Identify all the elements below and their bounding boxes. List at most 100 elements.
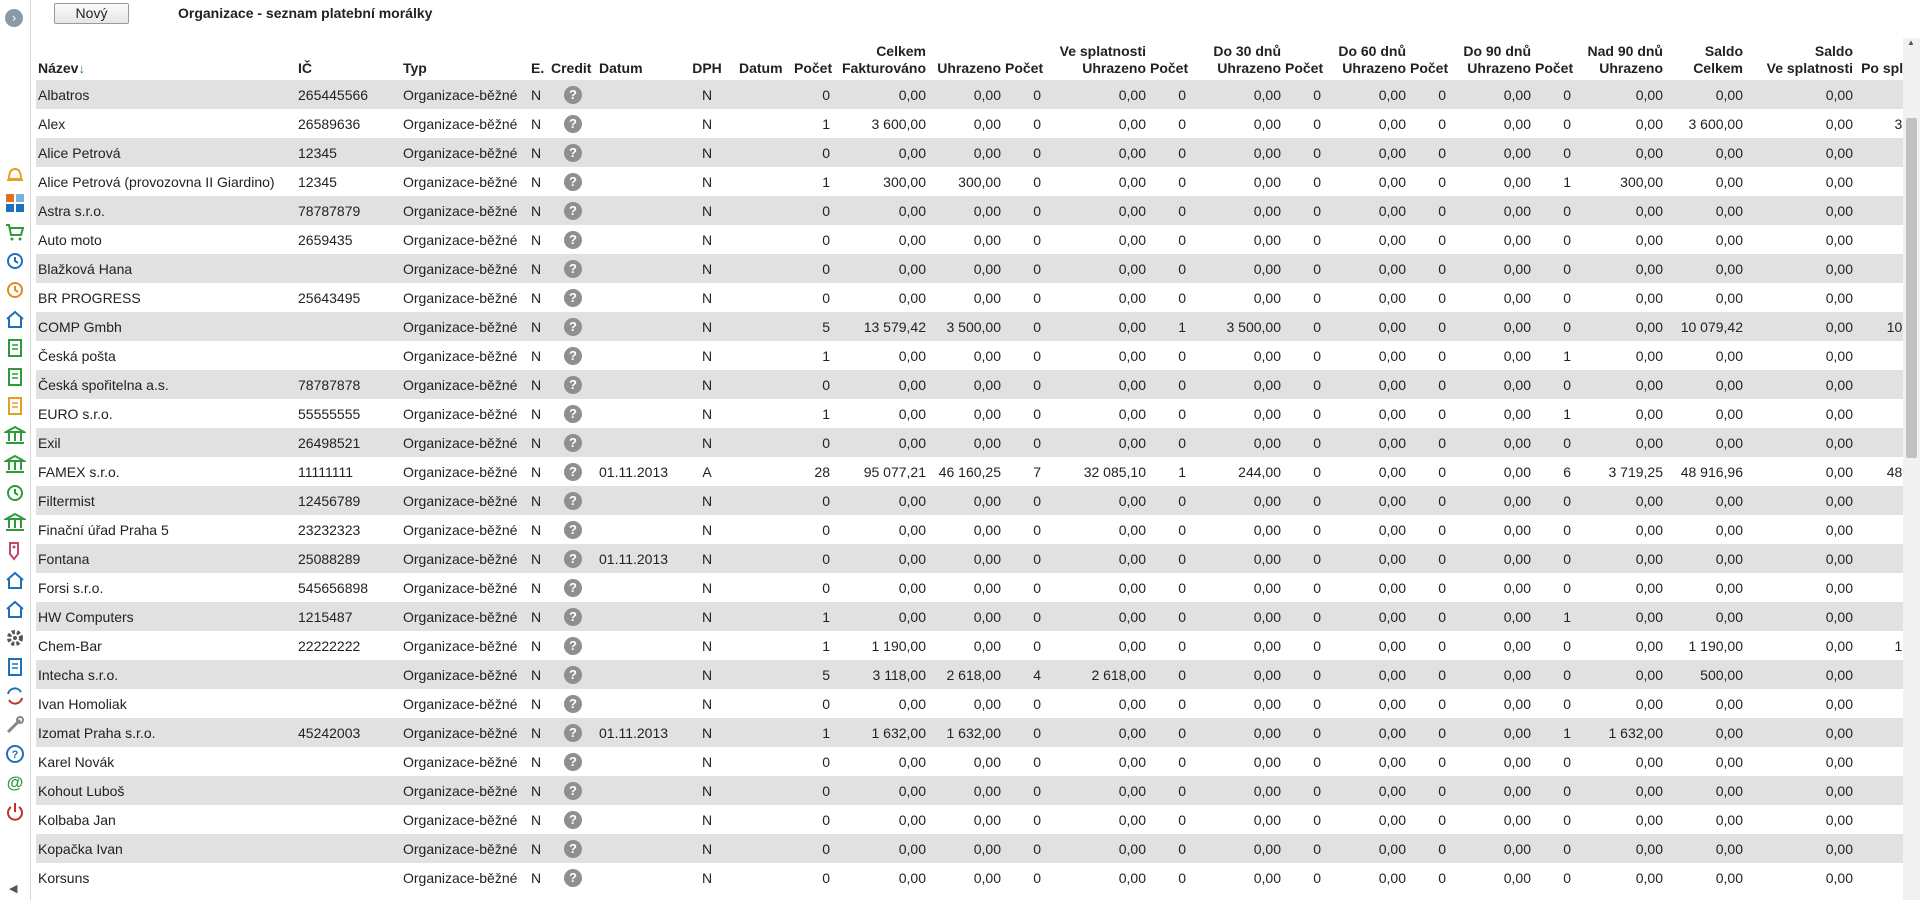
- table-row[interactable]: Finační úřad Praha 5 23232323 Organizace-b…: [36, 515, 1903, 544]
- credit-help-cell[interactable]: ?: [549, 254, 597, 283]
- building-icon[interactable]: [0, 420, 30, 449]
- globe-icon[interactable]: [0, 478, 30, 507]
- credit-help-cell[interactable]: ?: [549, 631, 597, 660]
- credit-help-cell[interactable]: ?: [549, 341, 597, 370]
- column-header[interactable]: Do 30 dnů Uhrazeno: [1188, 38, 1283, 80]
- help-icon[interactable]: ?: [564, 549, 582, 568]
- credit-help-cell[interactable]: ?: [549, 225, 597, 254]
- table-row[interactable]: HW Computers 1215487 Organizace-běžné N? N 1 0…: [36, 602, 1903, 631]
- column-header[interactable]: Celkem Fakturováno: [832, 38, 928, 80]
- help-icon[interactable]: ?: [564, 143, 582, 162]
- table-row[interactable]: Karel Novák Organizace-běžné N? N 0 0,00 0,00 0…: [36, 747, 1903, 776]
- column-header[interactable]: Saldo Ve splatnosti: [1745, 38, 1855, 80]
- column-header[interactable]: Počet: [1533, 38, 1573, 80]
- table-row[interactable]: Forsi s.r.o. 545656898 Organizace-běžné N? N…: [36, 573, 1903, 602]
- table-row[interactable]: Auto moto 2659435 Organizace-běžné N? N 0 0,00…: [36, 225, 1903, 254]
- help-icon[interactable]: ?: [564, 201, 582, 220]
- column-header[interactable]: Název↓: [36, 38, 296, 80]
- gear-icon[interactable]: [0, 623, 30, 652]
- column-header[interactable]: IČ: [296, 38, 401, 80]
- table-row[interactable]: Kohout Luboš Organizace-běžné N? N 0 0,00 0,00…: [36, 776, 1903, 805]
- credit-help-cell[interactable]: ?: [549, 370, 597, 399]
- credit-help-cell[interactable]: ?: [549, 805, 597, 834]
- table-row[interactable]: Astra s.r.o. 78787879 Organizace-běžné N? N 0…: [36, 196, 1903, 225]
- help-icon[interactable]: ?: [564, 85, 582, 104]
- help-icon[interactable]: ?: [564, 839, 582, 858]
- at-sign-icon[interactable]: @: [0, 768, 30, 797]
- help-icon[interactable]: ?: [564, 665, 582, 684]
- help-icon[interactable]: ?: [564, 694, 582, 713]
- expand-panel-icon[interactable]: ›: [5, 9, 23, 27]
- table-row[interactable]: Fontana 25088289 Organizace-běžné N? 01.11.2…: [36, 544, 1903, 573]
- column-header[interactable]: Počet: [1408, 38, 1448, 80]
- table-row[interactable]: FAMEX s.r.o. 11111111 Organizace-běžné N? 01…: [36, 457, 1903, 486]
- help-icon[interactable]: ?: [564, 259, 582, 278]
- column-header[interactable]: E.: [529, 38, 549, 80]
- document-green-icon[interactable]: [0, 333, 30, 362]
- credit-help-cell[interactable]: ?: [549, 544, 597, 573]
- credit-help-cell[interactable]: ?: [549, 283, 597, 312]
- help-icon[interactable]: ?: [564, 723, 582, 742]
- table-row[interactable]: Alice Petrová 12345 Organizace-běžné N? N 0 0,…: [36, 138, 1903, 167]
- scrollbar-thumb[interactable]: [1906, 118, 1917, 458]
- column-header[interactable]: Počet: [792, 38, 832, 80]
- credit-help-cell[interactable]: ?: [549, 776, 597, 805]
- credit-help-cell[interactable]: ?: [549, 196, 597, 225]
- table-row[interactable]: Chem-Bar 22222222 Organizace-běžné N? N 1 1 19…: [36, 631, 1903, 660]
- column-header[interactable]: Do 90 dnů Uhrazeno: [1448, 38, 1533, 80]
- column-header[interactable]: Počet: [1148, 38, 1188, 80]
- credit-help-cell[interactable]: ?: [549, 138, 597, 167]
- table-row[interactable]: Izomat Praha s.r.o. 45242003 Organizace-bě…: [36, 718, 1903, 747]
- column-header[interactable]: Do 60 dnů Uhrazeno: [1323, 38, 1408, 80]
- column-header[interactable]: Datum: [597, 38, 677, 80]
- scroll-up-arrow-icon[interactable]: ▲: [1907, 38, 1915, 47]
- document-green-2-icon[interactable]: [0, 362, 30, 391]
- column-header[interactable]: Datum: [737, 38, 792, 80]
- help-icon[interactable]: ?: [564, 317, 582, 336]
- house-2-icon[interactable]: [0, 565, 30, 594]
- column-header[interactable]: DPH: [677, 38, 737, 80]
- column-header[interactable]: Uhrazeno: [928, 38, 1003, 80]
- credit-help-cell[interactable]: ?: [549, 515, 597, 544]
- help-icon[interactable]: ?: [564, 520, 582, 539]
- vertical-scrollbar[interactable]: ▲: [1903, 38, 1920, 900]
- scroll-left-arrow-icon[interactable]: ◀: [9, 882, 17, 895]
- help-icon[interactable]: ?: [564, 404, 582, 423]
- help-icon[interactable]: ?: [564, 578, 582, 597]
- help-icon[interactable]: ?: [564, 752, 582, 771]
- column-header[interactable]: Credit: [549, 38, 597, 80]
- table-row[interactable]: Ivan Homoliak Organizace-běžné N? N 0 0,00 0,0…: [36, 689, 1903, 718]
- table-row[interactable]: Kopačka Ivan Organizace-běžné N? N 0 0,00 0,00…: [36, 834, 1903, 863]
- clock-phone-icon[interactable]: [0, 246, 30, 275]
- credit-help-cell[interactable]: ?: [549, 109, 597, 138]
- document-yellow-icon[interactable]: [0, 391, 30, 420]
- cart-icon[interactable]: [0, 217, 30, 246]
- table-row[interactable]: Česká spořitelna a.s. 78787878 Organizace-…: [36, 370, 1903, 399]
- help-icon[interactable]: ?: [564, 781, 582, 800]
- table-row[interactable]: Filtermist 12456789 Organizace-běžné N? N 0 0,…: [36, 486, 1903, 515]
- help-icon[interactable]: ?: [564, 114, 582, 133]
- table-row[interactable]: Blažková Hana Organizace-běžné N? N 0 0,00 0,0…: [36, 254, 1903, 283]
- table-row[interactable]: Alice Petrová (provozovna II Giardino) 12…: [36, 167, 1903, 196]
- bank-2-icon[interactable]: [0, 507, 30, 536]
- credit-help-cell[interactable]: ?: [549, 428, 597, 457]
- credit-help-cell[interactable]: ?: [549, 457, 597, 486]
- bank-icon[interactable]: [0, 449, 30, 478]
- help-icon[interactable]: ?: [564, 607, 582, 626]
- credit-help-cell[interactable]: ?: [549, 312, 597, 341]
- sort-descending-icon[interactable]: ↓: [78, 61, 85, 76]
- column-header[interactable]: Ve splatnosti Uhrazeno: [1043, 38, 1148, 80]
- new-button[interactable]: Nový: [54, 3, 129, 24]
- table-row[interactable]: Exil 26498521 Organizace-běžné N? N 0 0,00 0,00…: [36, 428, 1903, 457]
- table-row[interactable]: Intecha s.r.o. Organizace-běžné N? N 5 3 118,…: [36, 660, 1903, 689]
- help-icon[interactable]: ?: [564, 868, 582, 887]
- help-icon[interactable]: ?: [564, 172, 582, 191]
- power-icon[interactable]: [0, 797, 30, 826]
- help-icon[interactable]: ?: [564, 288, 582, 307]
- house-icon[interactable]: [0, 304, 30, 333]
- refresh-icon[interactable]: [0, 681, 30, 710]
- credit-help-cell[interactable]: ?: [549, 718, 597, 747]
- house-3-icon[interactable]: [0, 594, 30, 623]
- help-icon[interactable]: ?: [564, 230, 582, 249]
- list-icon[interactable]: [0, 652, 30, 681]
